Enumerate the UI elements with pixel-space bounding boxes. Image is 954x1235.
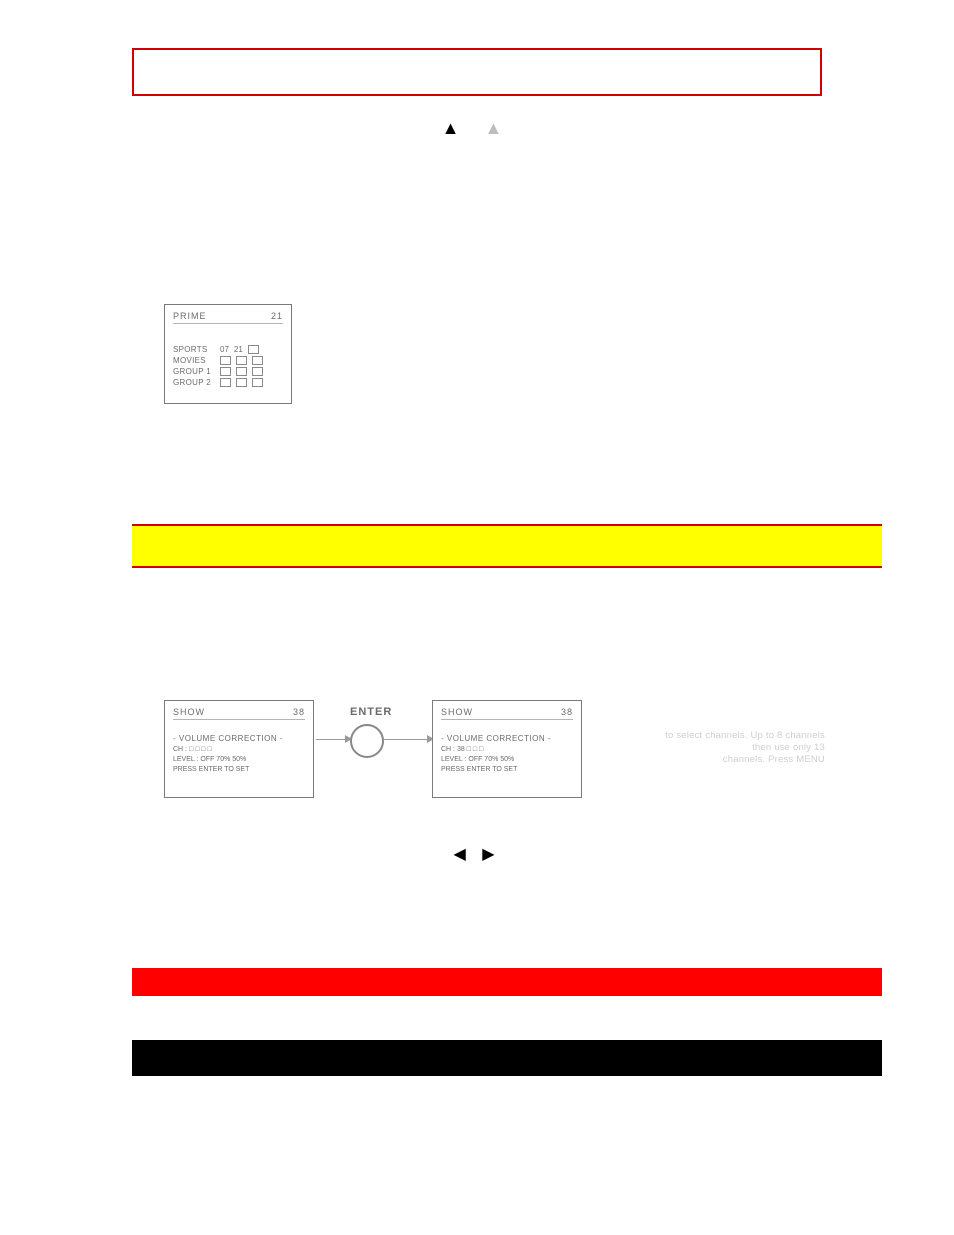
row-label: GROUP 2: [173, 377, 215, 388]
empty-cell-icon: [220, 356, 231, 365]
vc-line-prompt: PRESS ENTER TO SET: [173, 765, 305, 775]
divider: [173, 719, 305, 720]
ghost-text: channels. Press MENU: [125, 754, 825, 765]
table-row: GROUP 1: [173, 366, 283, 377]
empty-cell-icon: [252, 378, 263, 387]
empty-cell-icon: [220, 367, 231, 376]
left-triangle-icon: ◀: [453, 846, 471, 863]
vc-line-prompt: PRESS ENTER TO SET: [441, 765, 573, 775]
right-triangle-icon: ▶: [482, 846, 500, 863]
empty-cell-icon: [236, 356, 247, 365]
prime-rows: SPORTS 07 21 MOVIES GROUP 1 GROUP 2: [173, 344, 283, 388]
show-title: SHOW: [173, 707, 205, 717]
yellow-highlight-bar: [132, 524, 882, 568]
prime-osd-box: PRIME 21 SPORTS 07 21 MOVIES GROUP 1: [164, 304, 292, 404]
row-cell: 21: [234, 344, 243, 355]
nav-triangle-row: ▲ ▲: [0, 118, 954, 139]
empty-cell-icon: [236, 378, 247, 387]
row-label: SPORTS: [173, 344, 215, 355]
row-cell: 07: [220, 344, 229, 355]
red-solid-bar: [132, 968, 882, 996]
table-row: GROUP 2: [173, 377, 283, 388]
table-row: MOVIES: [173, 355, 283, 366]
document-page: ▲ ▲ PRIME 21 SPORTS 07 21 MOVIES GROUP: [0, 0, 954, 1235]
prime-value: 21: [271, 311, 283, 321]
show-header: SHOW 38: [173, 707, 305, 717]
table-row: SPORTS 07 21: [173, 344, 283, 355]
show-value: 38: [561, 707, 573, 717]
black-bar: [132, 1040, 882, 1076]
ghost-text: then use only 13: [125, 742, 825, 753]
prime-header: PRIME 21: [173, 311, 283, 321]
up-triangle-faint-icon: ▲: [485, 118, 513, 138]
red-outline-box: [132, 48, 822, 96]
empty-cell-icon: [252, 367, 263, 376]
up-triangle-icon: ▲: [442, 118, 470, 138]
show-header: SHOW 38: [441, 707, 573, 717]
prime-title: PRIME: [173, 311, 207, 321]
left-right-triangle-row: ◀ ▶: [0, 844, 954, 864]
row-label: MOVIES: [173, 355, 215, 366]
show-title: SHOW: [441, 707, 473, 717]
empty-cell-icon: [248, 345, 259, 354]
divider: [441, 719, 573, 720]
show-value: 38: [293, 707, 305, 717]
divider: [173, 323, 283, 324]
empty-cell-icon: [252, 356, 263, 365]
ghost-text: to select channels. Up to 8 channels: [125, 730, 825, 741]
empty-cell-icon: [236, 367, 247, 376]
enter-label: ENTER: [350, 706, 392, 718]
row-label: GROUP 1: [173, 366, 215, 377]
empty-cell-icon: [220, 378, 231, 387]
